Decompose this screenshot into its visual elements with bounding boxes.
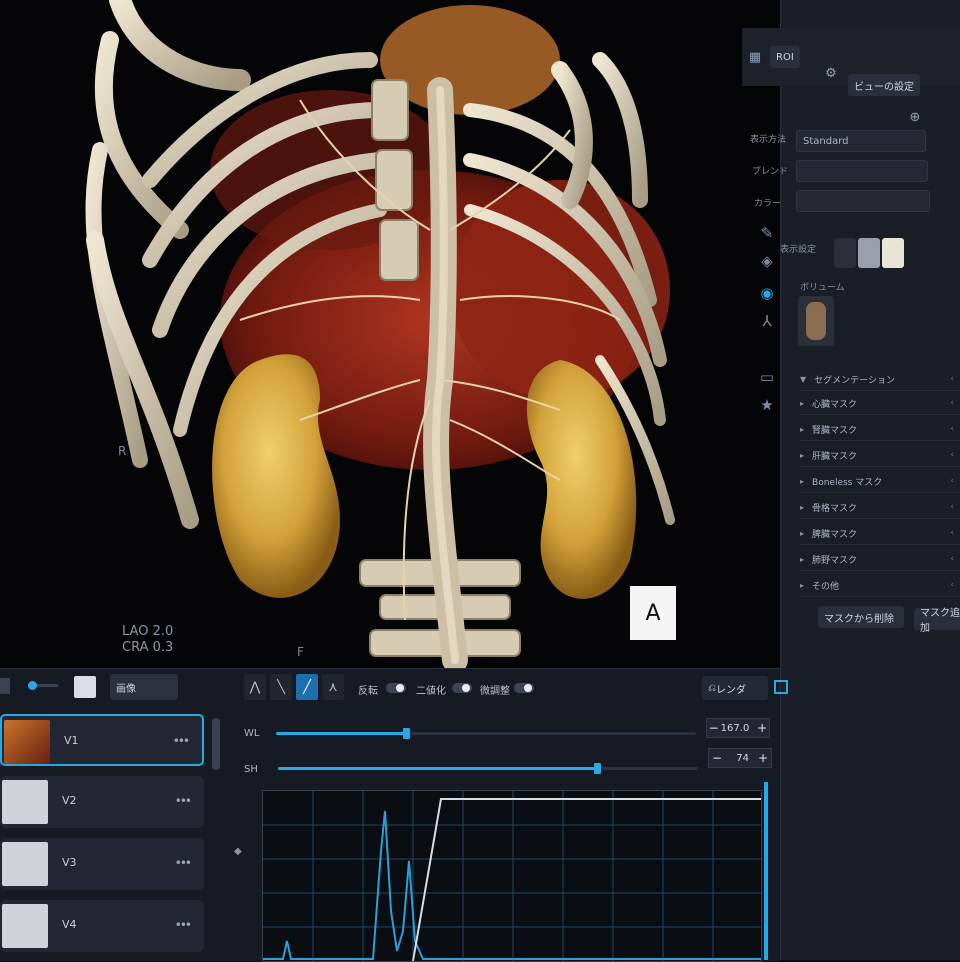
curve-mode-4-button[interactable]: ⋏: [322, 674, 344, 700]
wl-slider-knob[interactable]: [403, 728, 411, 739]
display-method-label: 表示方法: [750, 135, 787, 145]
volume-thumbnail-v3: [2, 842, 48, 886]
render-icon: ⎌: [708, 682, 716, 694]
color-label: カラー: [754, 199, 782, 209]
segment-item[interactable]: ▸ Boneless マスク ‹: [800, 470, 960, 493]
volume-card-v4[interactable]: V4 •••: [0, 900, 204, 952]
volume-render-viewport[interactable]: R F LAO 2.0 CRA 0.3 A: [0, 0, 780, 668]
opacity-scale[interactable]: [764, 782, 768, 960]
monitor-icon[interactable]: ▭: [756, 366, 778, 388]
segment-item[interactable]: ▸ 肺野マスク ‹: [800, 548, 960, 571]
segment-item[interactable]: ▸ 心臓マスク ‹: [800, 392, 960, 415]
sh-value[interactable]: 74: [725, 753, 755, 764]
wl-decrement-button[interactable]: −: [707, 721, 721, 735]
wl-slider[interactable]: [276, 728, 696, 739]
layers-icon[interactable]: ◉: [756, 282, 778, 304]
zoom-icon[interactable]: ⊕: [906, 108, 924, 126]
sh-slider-knob[interactable]: [594, 763, 602, 774]
segment-item[interactable]: ▸ 肝臓マスク ‹: [800, 444, 960, 467]
render-button[interactable]: ⎌ レンダ: [702, 676, 768, 700]
preset-label: 表示設定: [780, 245, 817, 255]
star-icon[interactable]: ★: [756, 394, 778, 416]
wl-label: WL: [244, 728, 260, 739]
color-select[interactable]: [796, 190, 930, 212]
collapse-handle[interactable]: [0, 678, 10, 694]
volume-thumbnail[interactable]: [798, 296, 834, 346]
image-icon[interactable]: [74, 676, 96, 698]
sh-increment-button[interactable]: +: [755, 751, 771, 765]
orientation-right-label: R: [118, 444, 127, 458]
more-icon[interactable]: •••: [175, 794, 192, 808]
fine-adjust-label: 微調整: [480, 686, 510, 697]
blend-slider-field[interactable]: [796, 160, 928, 182]
panel-toggle-icon[interactable]: [774, 680, 788, 694]
display-method-select[interactable]: Standard: [796, 130, 926, 152]
wl-increment-button[interactable]: +: [755, 721, 769, 735]
segment-item[interactable]: ▸ その他 ‹: [800, 574, 960, 597]
volume-render-image: [0, 0, 780, 668]
preset-swatch-gray[interactable]: [858, 238, 880, 268]
add-mask-button[interactable]: マスク追加: [914, 608, 960, 634]
volume-label: V2: [62, 794, 77, 807]
curve-handle-icon[interactable]: ◆: [234, 846, 242, 857]
more-icon[interactable]: •••: [175, 856, 192, 870]
sh-label: SH: [244, 764, 258, 775]
histogram-transfer-curve[interactable]: [262, 790, 762, 962]
sh-stepper[interactable]: − 74 +: [708, 748, 772, 768]
binarize-label: 二値化: [416, 686, 446, 697]
roi-button[interactable]: ROI: [770, 46, 800, 68]
image-mode-button[interactable]: 画像: [110, 674, 178, 700]
sh-slider[interactable]: [278, 763, 698, 774]
thumb-list-scrollbar[interactable]: [212, 718, 220, 770]
volume-thumbnail-v4: [2, 904, 48, 948]
volume-thumbnail-v2: [2, 780, 48, 824]
curve-mode-2-button[interactable]: ╲: [270, 674, 292, 700]
view-angle-readout: LAO 2.0 CRA 0.3: [122, 624, 174, 655]
remove-from-mask-button[interactable]: マスクから削除: [818, 606, 904, 628]
preset-swatch-light[interactable]: [882, 238, 904, 268]
sh-decrement-button[interactable]: −: [709, 751, 725, 765]
thumb-size-slider[interactable]: [28, 681, 58, 690]
wl-value[interactable]: 167.0: [721, 723, 756, 734]
volume-card-v3[interactable]: V3 •••: [0, 838, 204, 890]
wl-stepper[interactable]: − 167.0 +: [706, 718, 770, 738]
volume-card-v2[interactable]: V2 •••: [0, 776, 204, 828]
volume-label: V1: [64, 734, 79, 747]
segmentation-list-header[interactable]: ▼ セグメンテーション ‹: [800, 368, 960, 391]
sh-slider-fill: [278, 767, 598, 770]
volume-section-title: ボリューム: [800, 283, 845, 293]
view-direction-label: A: [630, 586, 676, 640]
settings-icon[interactable]: ⚙: [822, 64, 840, 82]
volume-label: V4: [62, 918, 77, 931]
segment-item[interactable]: ▸ 腎臓マスク ‹: [800, 418, 960, 441]
volume-card-v1[interactable]: V1 •••: [0, 714, 204, 766]
orientation-foot-label: F: [297, 645, 304, 659]
view-settings-button[interactable]: ビューの設定: [848, 74, 920, 96]
blend-label: ブレンド: [752, 167, 789, 177]
paint-icon[interactable]: ◈: [756, 250, 778, 272]
segment-item[interactable]: ▸ 脾臓マスク ‹: [800, 522, 960, 545]
preset-swatch-dark[interactable]: [834, 238, 856, 268]
fine-adjust-toggle[interactable]: [514, 683, 534, 693]
more-icon[interactable]: •••: [173, 734, 190, 748]
segment-item[interactable]: ▸ 骨格マスク ‹: [800, 496, 960, 519]
curve-mode-1-button[interactable]: ⋀: [244, 674, 266, 700]
grid-icon[interactable]: ▦: [746, 48, 764, 66]
volume-thumbnail-v1: [4, 720, 50, 764]
pen-icon[interactable]: ✎: [756, 222, 778, 244]
more-icon[interactable]: •••: [175, 918, 192, 932]
binarize-toggle[interactable]: [452, 683, 472, 693]
person-icon[interactable]: ⅄: [756, 310, 778, 332]
invert-label: 反転: [358, 686, 378, 697]
wl-slider-fill: [276, 732, 407, 735]
curve-mode-3-button[interactable]: ╱: [296, 674, 318, 700]
volume-label: V3: [62, 856, 77, 869]
invert-toggle[interactable]: [386, 683, 406, 693]
